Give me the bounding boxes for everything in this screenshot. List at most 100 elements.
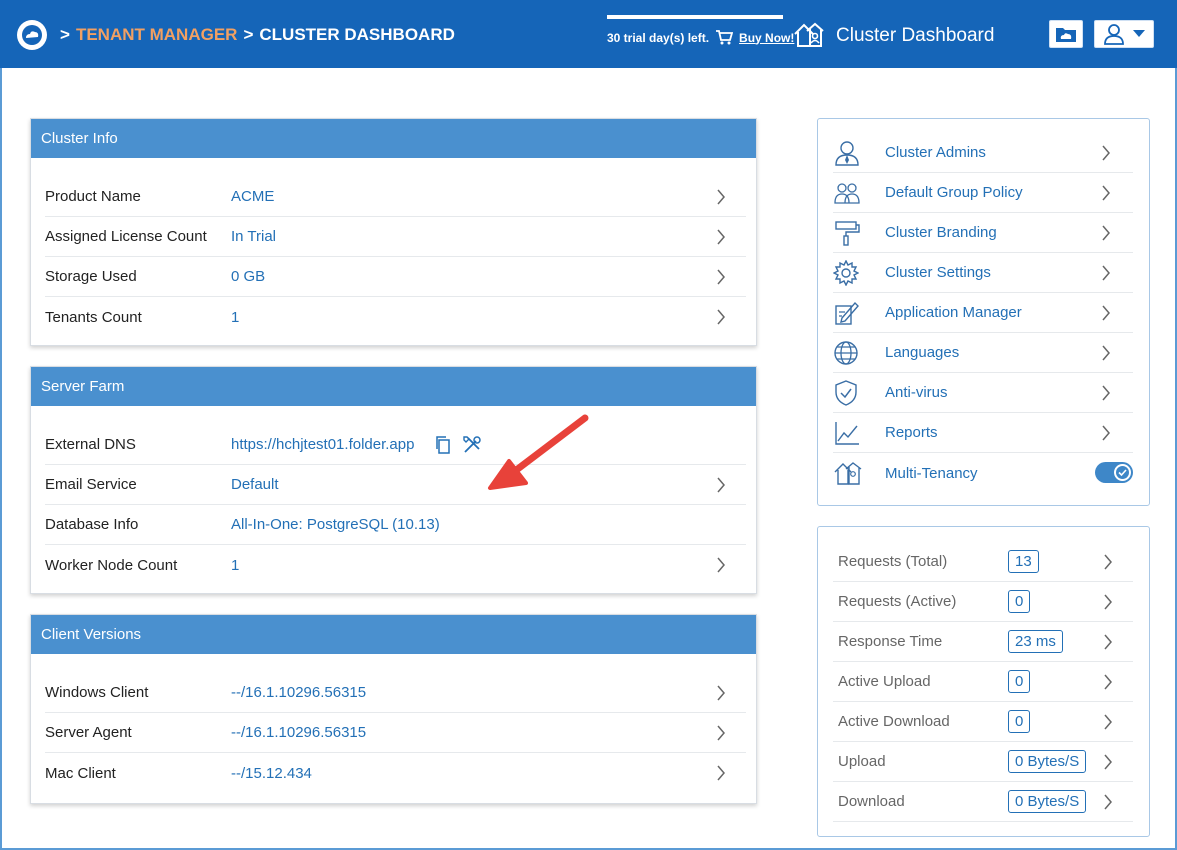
caret-down-icon bbox=[1133, 30, 1145, 37]
stats-row-requests-active[interactable]: Requests (Active) 0 bbox=[833, 582, 1133, 622]
menu-item-label: Default Group Policy bbox=[885, 184, 1023, 201]
chevron-right-icon[interactable] bbox=[1103, 754, 1113, 770]
cloud-logo-icon bbox=[22, 25, 42, 45]
row-label: Mac Client bbox=[45, 764, 116, 782]
trial-notice: 30 trial day(s) left. Buy Now! bbox=[607, 30, 794, 45]
copy-icon[interactable] bbox=[434, 435, 452, 455]
user-menu-button[interactable] bbox=[1094, 20, 1154, 48]
row-value: 0 GB bbox=[231, 268, 266, 285]
stat-label: Upload bbox=[838, 753, 886, 770]
row-value: Default bbox=[231, 476, 279, 493]
chevron-right-icon[interactable] bbox=[1103, 794, 1113, 810]
row-label: Windows Client bbox=[45, 684, 149, 701]
chevron-right-icon[interactable] bbox=[716, 765, 726, 781]
stat-label: Download bbox=[838, 793, 905, 810]
menu-item-application-manager[interactable]: Application Manager bbox=[833, 293, 1133, 333]
chevron-right-icon[interactable] bbox=[1103, 594, 1113, 610]
chevron-right-icon[interactable] bbox=[716, 557, 726, 573]
row-value: All-In-One: PostgreSQL (10.13) bbox=[231, 516, 440, 533]
menu-item-label: Anti-virus bbox=[885, 384, 948, 401]
chevron-right-icon[interactable] bbox=[1101, 305, 1111, 321]
client-versions-row-windows[interactable]: Windows Client --/16.1.10296.56315 bbox=[45, 673, 746, 713]
cluster-info-row-license-count[interactable]: Assigned License Count In Trial bbox=[45, 217, 746, 257]
multi-tenancy-toggle[interactable] bbox=[1095, 462, 1133, 483]
row-value: 1 bbox=[231, 308, 240, 326]
menu-item-label: Application Manager bbox=[885, 304, 1022, 321]
menu-item-anti-virus[interactable]: Anti-virus bbox=[833, 373, 1133, 413]
chevron-right-icon[interactable] bbox=[716, 309, 726, 325]
cloud-folder-button[interactable] bbox=[1049, 20, 1083, 48]
stat-label: Active Upload bbox=[838, 673, 931, 690]
menu-item-cluster-admins[interactable]: Cluster Admins bbox=[833, 133, 1133, 173]
cluster-info-row-product-name[interactable]: Product Name ACME bbox=[45, 177, 746, 217]
stats-row-requests-total[interactable]: Requests (Total) 13 bbox=[833, 542, 1133, 582]
menu-item-label: Cluster Branding bbox=[885, 224, 997, 241]
paint-roller-icon bbox=[833, 220, 885, 246]
chevron-right-icon[interactable] bbox=[1101, 385, 1111, 401]
stat-label: Active Download bbox=[838, 713, 950, 730]
cluster-info-row-tenants-count[interactable]: Tenants Count 1 bbox=[45, 297, 746, 337]
chevron-right-icon[interactable] bbox=[1101, 425, 1111, 441]
server-farm-row-worker-node-count[interactable]: Worker Node Count 1 bbox=[45, 545, 746, 585]
server-farm-row-external-dns: External DNS https://hchjtest01.folder.a… bbox=[45, 425, 746, 465]
check-icon bbox=[1116, 466, 1129, 479]
cloud-folder-icon bbox=[1056, 28, 1076, 42]
chevron-right-icon[interactable] bbox=[1103, 554, 1113, 570]
row-label: Product Name bbox=[45, 188, 141, 205]
chevron-right-icon[interactable] bbox=[1103, 714, 1113, 730]
stats-row-active-upload[interactable]: Active Upload 0 bbox=[833, 662, 1133, 702]
house-icon bbox=[793, 21, 825, 54]
stat-value-badge: 13 bbox=[1008, 550, 1039, 573]
chevron-right-icon[interactable] bbox=[1101, 265, 1111, 281]
chevron-right-icon[interactable] bbox=[1103, 674, 1113, 690]
stat-value-badge: 0 Bytes/S bbox=[1008, 790, 1087, 813]
cluster-info-row-storage-used[interactable]: Storage Used 0 GB bbox=[45, 257, 746, 297]
chevron-right-icon[interactable] bbox=[1101, 345, 1111, 361]
chevron-right-icon[interactable] bbox=[1101, 145, 1111, 161]
stats-row-response-time[interactable]: Response Time 23 ms bbox=[833, 622, 1133, 662]
stats-row-upload[interactable]: Upload 0 Bytes/S bbox=[833, 742, 1133, 782]
chevron-right-icon[interactable] bbox=[1101, 185, 1111, 201]
server-farm-row-email-service[interactable]: Email Service Default bbox=[45, 465, 746, 505]
client-versions-row-server-agent[interactable]: Server Agent --/16.1.10296.56315 bbox=[45, 713, 746, 753]
chevron-right-icon[interactable] bbox=[716, 269, 726, 285]
menu-item-cluster-settings[interactable]: Cluster Settings bbox=[833, 253, 1133, 293]
client-versions-row-mac[interactable]: Mac Client --/15.12.434 bbox=[45, 753, 746, 793]
breadcrumb-tenant-manager-link[interactable]: TENANT MANAGER bbox=[76, 25, 238, 44]
chevron-right-icon[interactable] bbox=[1101, 225, 1111, 241]
menu-item-cluster-branding[interactable]: Cluster Branding bbox=[833, 213, 1133, 253]
server-farm-title: Server Farm bbox=[31, 367, 756, 406]
chevron-right-icon[interactable] bbox=[716, 229, 726, 245]
tools-icon[interactable] bbox=[462, 435, 482, 455]
admin-user-icon bbox=[833, 140, 885, 166]
chart-line-icon bbox=[833, 420, 885, 446]
menu-item-label: Cluster Admins bbox=[885, 144, 986, 161]
row-value: https://hchjtest01.folder.app bbox=[231, 436, 415, 453]
stat-value-badge: 23 ms bbox=[1008, 630, 1063, 653]
row-label: Assigned License Count bbox=[45, 228, 207, 245]
stats-panel: Requests (Total) 13 Requests (Active) 0 … bbox=[817, 526, 1150, 837]
chevron-right-icon[interactable] bbox=[716, 477, 726, 493]
buy-now-link[interactable]: Buy Now! bbox=[739, 31, 794, 45]
chevron-right-icon[interactable] bbox=[716, 685, 726, 701]
stat-label: Response Time bbox=[838, 633, 943, 650]
menu-item-label: Reports bbox=[885, 424, 938, 441]
frame-border-left bbox=[0, 68, 2, 850]
menu-item-languages[interactable]: Languages bbox=[833, 333, 1133, 373]
chevron-right-icon[interactable] bbox=[1103, 634, 1113, 650]
client-versions-title: Client Versions bbox=[31, 615, 756, 654]
stat-label: Requests (Active) bbox=[838, 593, 957, 610]
chevron-right-icon[interactable] bbox=[716, 189, 726, 205]
cluster-info-title: Cluster Info bbox=[31, 119, 756, 158]
toggle-knob bbox=[1114, 464, 1131, 481]
menu-item-default-group-policy[interactable]: Default Group Policy bbox=[833, 173, 1133, 213]
app-logo[interactable] bbox=[17, 20, 47, 50]
group-icon bbox=[833, 181, 885, 205]
stats-row-active-download[interactable]: Active Download 0 bbox=[833, 702, 1133, 742]
row-label: Tenants Count bbox=[45, 308, 142, 326]
stats-row-download[interactable]: Download 0 Bytes/S bbox=[833, 782, 1133, 822]
chevron-right-icon[interactable] bbox=[716, 725, 726, 741]
menu-item-label: Multi-Tenancy bbox=[885, 464, 978, 482]
menu-item-reports[interactable]: Reports bbox=[833, 413, 1133, 453]
trial-progress-bar bbox=[607, 15, 783, 19]
